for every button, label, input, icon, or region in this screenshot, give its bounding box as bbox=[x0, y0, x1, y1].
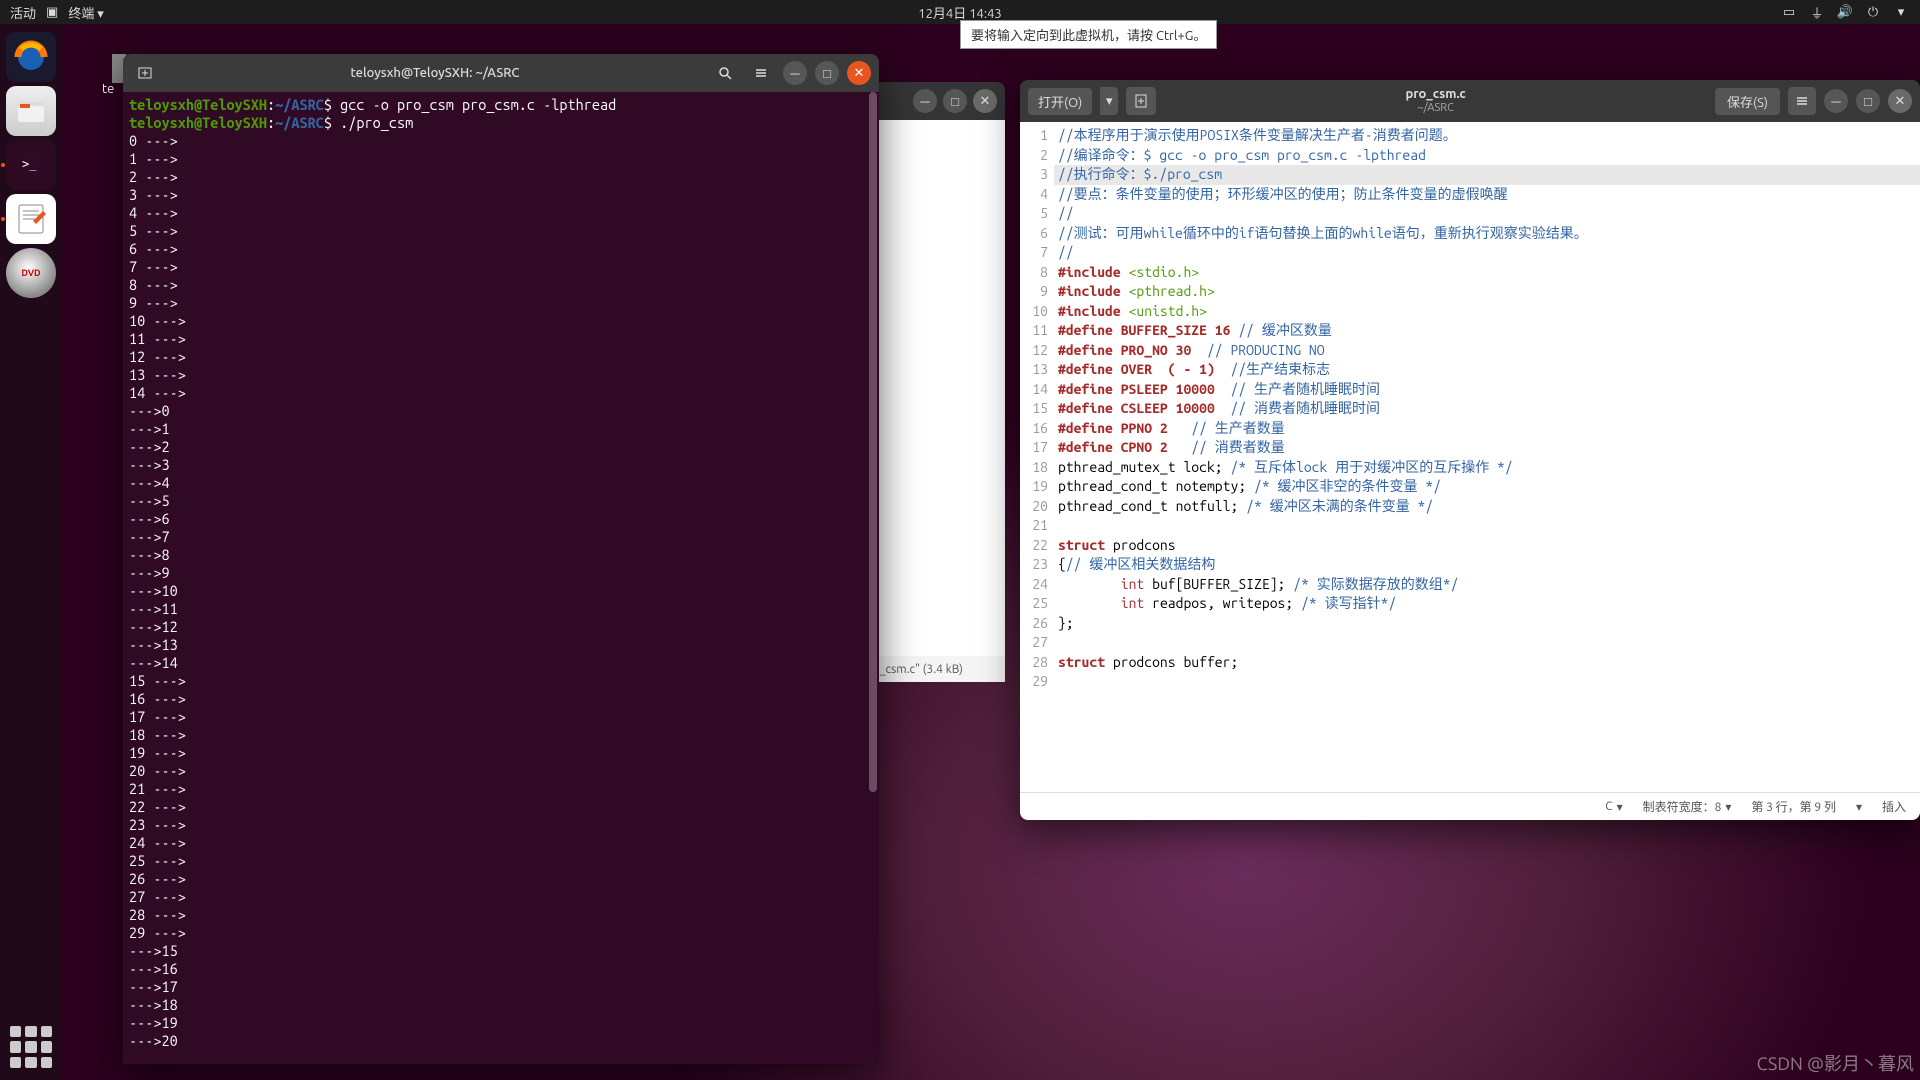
new-document-button[interactable] bbox=[1126, 87, 1156, 115]
search-icon bbox=[718, 66, 732, 80]
close-button-2[interactable]: ✕ bbox=[973, 89, 997, 113]
hamburger-icon bbox=[754, 66, 768, 80]
hamburger-icon bbox=[1795, 94, 1809, 108]
terminal-titlebar[interactable]: teloysxh@TeloySXH: ~/ASRC ─ □ ✕ bbox=[123, 54, 879, 92]
dvd-icon: DVD bbox=[21, 268, 40, 278]
dock-terminal[interactable]: >_ bbox=[6, 140, 56, 190]
open-dropdown[interactable]: ▾ bbox=[1100, 87, 1118, 115]
files-icon bbox=[14, 94, 48, 128]
network-icon[interactable]: ⏚ bbox=[1810, 5, 1824, 19]
activities-button[interactable]: 活动 bbox=[10, 3, 36, 22]
app-menu[interactable]: 终端 ▾ bbox=[68, 3, 104, 22]
gedit-window-behind: ─ □ ✕ pro_csm.c" (3.4 kB) bbox=[875, 82, 1005, 682]
dock-firefox[interactable] bbox=[6, 32, 56, 82]
status-position-dropdown[interactable]: ▾ bbox=[1856, 800, 1862, 814]
gedit-editor[interactable]: 1234567891011121314151617181920212223242… bbox=[1020, 122, 1920, 792]
status-insert: 插入 bbox=[1882, 798, 1906, 815]
new-doc-icon bbox=[1133, 93, 1149, 109]
gedit-title: pro_csm.c ~/ASRC bbox=[1164, 87, 1707, 116]
dock: >_ DVD bbox=[0, 24, 62, 1080]
gedit-hamburger-button[interactable] bbox=[1788, 87, 1816, 115]
terminal-icon: >_ bbox=[13, 147, 49, 183]
dock-gedit[interactable] bbox=[6, 194, 56, 244]
gedit-maximize[interactable]: □ bbox=[1856, 89, 1880, 113]
dock-files[interactable] bbox=[6, 86, 56, 136]
gedit-close[interactable]: ✕ bbox=[1888, 89, 1912, 113]
terminal-search-button[interactable] bbox=[711, 59, 739, 87]
maximize-button-2[interactable]: □ bbox=[943, 89, 967, 113]
svg-text:>_: >_ bbox=[22, 157, 37, 171]
gedit-statusbar: C ▾ 制表符宽度：8 ▾ 第 3 行，第 9 列 ▾ 插入 bbox=[1020, 792, 1920, 820]
new-tab-icon bbox=[137, 65, 153, 81]
chevron-down-icon[interactable]: ▾ bbox=[1894, 5, 1908, 19]
save-button[interactable]: 保存(S) bbox=[1715, 88, 1780, 115]
dock-dvd[interactable]: DVD bbox=[6, 248, 56, 298]
minimize-button[interactable]: ─ bbox=[783, 61, 807, 85]
status-lang[interactable]: C ▾ bbox=[1605, 800, 1622, 814]
show-applications[interactable] bbox=[10, 1026, 52, 1068]
vm-indicator-icon: ▭ bbox=[1782, 5, 1796, 19]
minimize-button-2[interactable]: ─ bbox=[913, 89, 937, 113]
status-tabwidth[interactable]: 制表符宽度：8 ▾ bbox=[1643, 798, 1732, 815]
open-button[interactable]: 打开(O) bbox=[1028, 88, 1092, 115]
watermark: CSDN @影月丶暮风 bbox=[1757, 1050, 1914, 1076]
desktop-folder-label: te bbox=[102, 82, 114, 96]
terminal-body[interactable]: teloysxh@TeloySXH:~/ASRC$ gcc -o pro_csm… bbox=[123, 92, 879, 1064]
gedit-window: 打开(O) ▾ pro_csm.c ~/ASRC 保存(S) ─ □ ✕ 123… bbox=[1020, 80, 1920, 820]
terminal-title: teloysxh@TeloySXH: ~/ASRC bbox=[167, 66, 703, 80]
status-position: 第 3 行，第 9 列 bbox=[1751, 798, 1836, 815]
code-area[interactable]: //本程序用于演示使用POSIX条件变量解决生产者-消费者问题。//编译命令：$… bbox=[1054, 122, 1920, 792]
maximize-button[interactable]: □ bbox=[815, 61, 839, 85]
vm-tooltip: 要将输入定向到此虚拟机，请按 Ctrl+G。 bbox=[960, 20, 1217, 49]
firefox-icon bbox=[13, 39, 49, 75]
gedit-titlebar[interactable]: 打开(O) ▾ pro_csm.c ~/ASRC 保存(S) ─ □ ✕ bbox=[1020, 80, 1920, 122]
close-button[interactable]: ✕ bbox=[847, 61, 871, 85]
terminal-window: teloysxh@TeloySXH: ~/ASRC ─ □ ✕ teloysxh… bbox=[123, 54, 879, 1064]
new-tab-button[interactable] bbox=[131, 59, 159, 87]
gedit-icon bbox=[13, 201, 49, 237]
gedit-minimize[interactable]: ─ bbox=[1824, 89, 1848, 113]
clock[interactable]: 12月4日 14:43 bbox=[918, 3, 1002, 22]
terminal-hamburger-button[interactable] bbox=[747, 59, 775, 87]
terminal-scrollbar[interactable] bbox=[869, 92, 877, 792]
power-icon[interactable]: ⏻ bbox=[1866, 5, 1880, 19]
terminal-menu-icon[interactable]: ▣ bbox=[46, 5, 58, 20]
line-gutter: 1234567891011121314151617181920212223242… bbox=[1020, 122, 1054, 792]
volume-icon[interactable]: 🔊 bbox=[1838, 5, 1852, 19]
